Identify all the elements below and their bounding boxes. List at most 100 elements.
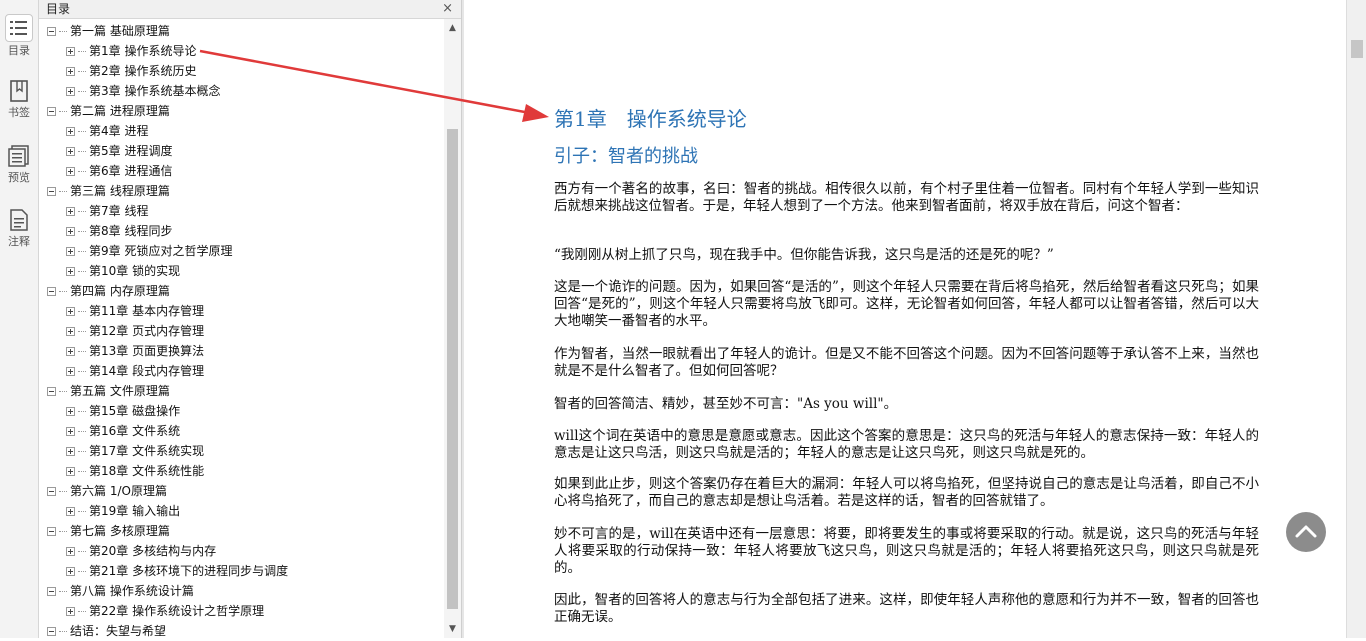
- toc-title: 目录: [46, 2, 71, 16]
- scroll-up-icon[interactable]: ▲: [444, 21, 461, 35]
- toc-chapter-item[interactable]: 第3章 操作系统基本概念: [66, 81, 220, 101]
- collapse-icon[interactable]: [47, 527, 56, 536]
- document-scrollbar[interactable]: [1346, 0, 1366, 638]
- expand-icon[interactable]: [66, 547, 75, 556]
- expand-icon[interactable]: [66, 407, 75, 416]
- toc-scrollbar[interactable]: ▲ ▼: [444, 19, 461, 638]
- toc-chapter-item[interactable]: 第6章 进程通信: [66, 161, 172, 181]
- paragraph: 智者的回答简洁、精妙，甚至妙不可言："As you will"。: [554, 396, 898, 412]
- expand-icon[interactable]: [66, 207, 75, 216]
- expand-icon[interactable]: [66, 567, 75, 576]
- document-scroll-thumb[interactable]: [1351, 40, 1363, 58]
- toc-chapter-item[interactable]: 第8章 线程同步: [66, 221, 172, 241]
- toc-chapter-item[interactable]: 第15章 磁盘操作: [66, 401, 180, 421]
- toc-item-label: 第二篇 进程原理篇: [70, 104, 170, 118]
- collapse-icon[interactable]: [47, 387, 56, 396]
- expand-icon[interactable]: [66, 167, 75, 176]
- tree-connector: [78, 511, 86, 512]
- collapse-icon[interactable]: [47, 487, 56, 496]
- expand-icon[interactable]: [66, 467, 75, 476]
- toc-part-item[interactable]: 第一篇 基础原理篇: [47, 21, 170, 41]
- tree-connector: [78, 371, 86, 372]
- toc-chapter-item[interactable]: 第2章 操作系统历史: [66, 61, 196, 81]
- collapse-icon[interactable]: [47, 587, 56, 596]
- expand-icon[interactable]: [66, 327, 75, 336]
- expand-icon[interactable]: [66, 87, 75, 96]
- toc-chapter-item[interactable]: 第19章 输入输出: [66, 501, 180, 521]
- paragraph: 因此，智者的回答将人的意志与行为全部包括了进来。这样，即使年轻人声称他的意愿和行…: [554, 592, 1259, 625]
- expand-icon[interactable]: [66, 247, 75, 256]
- toc-part-item[interactable]: 第七篇 多核原理篇: [47, 521, 170, 541]
- collapse-icon[interactable]: [47, 187, 56, 196]
- toc-chapter-item[interactable]: 第12章 页式内存管理: [66, 321, 204, 341]
- rail-toc-button[interactable]: 目录: [0, 14, 38, 58]
- tree-connector: [78, 251, 86, 252]
- expand-icon[interactable]: [66, 47, 75, 56]
- toc-chapter-item[interactable]: 第4章 进程: [66, 121, 148, 141]
- rail-toc-label: 目录: [8, 44, 30, 57]
- paragraph: will这个词在英语中的意思是意愿或意志。因此这个答案的意思是：这只鸟的死活与年…: [554, 428, 1259, 461]
- collapse-icon[interactable]: [47, 287, 56, 296]
- toc-part-item[interactable]: 结语：失望与希望: [47, 621, 166, 641]
- rail-preview-button[interactable]: 预览: [0, 143, 38, 185]
- expand-icon[interactable]: [66, 607, 75, 616]
- expand-icon[interactable]: [66, 147, 75, 156]
- toc-item-label: 第8章 线程同步: [89, 224, 173, 238]
- toc-chapter-item[interactable]: 第20章 多核结构与内存: [66, 541, 216, 561]
- toc-item-label: 第2章 操作系统历史: [89, 64, 197, 78]
- toc-item-label: 第17章 文件系统实现: [89, 444, 205, 458]
- document-page: 第1章 操作系统导论 引子：智者的挑战 西方有一个著名的故事，名曰：智者的挑战。…: [464, 0, 1346, 638]
- toc-chapter-item[interactable]: 第16章 文件系统: [66, 421, 180, 441]
- toc-chapter-item[interactable]: 第18章 文件系统性能: [66, 461, 204, 481]
- toc-scroll-thumb[interactable]: [447, 129, 458, 609]
- expand-icon[interactable]: [66, 67, 75, 76]
- toc-item-label: 第1章 操作系统导论: [89, 44, 197, 58]
- toc-chapter-item[interactable]: 第5章 进程调度: [66, 141, 172, 161]
- toc-chapter-item[interactable]: 第11章 基本内存管理: [66, 301, 204, 321]
- toc-part-item[interactable]: 第六篇 1/O原理篇: [47, 481, 167, 501]
- expand-icon[interactable]: [66, 427, 75, 436]
- expand-icon[interactable]: [66, 307, 75, 316]
- toc-chapter-item[interactable]: 第13章 页面更换算法: [66, 341, 204, 361]
- expand-icon[interactable]: [66, 447, 75, 456]
- toc-part-item[interactable]: 第四篇 内存原理篇: [47, 281, 170, 301]
- tree-connector: [59, 591, 67, 592]
- toc-chapter-item[interactable]: 第9章 死锁应对之哲学原理: [66, 241, 232, 261]
- back-to-top-button[interactable]: [1286, 512, 1326, 552]
- toc-item-label: 第14章 段式内存管理: [89, 364, 205, 378]
- toc-chapter-item[interactable]: 第21章 多核环境下的进程同步与调度: [66, 561, 288, 581]
- rail-annotation-label: 注释: [8, 235, 30, 248]
- rail-annotation-button[interactable]: 注释: [0, 207, 38, 249]
- side-rail: 目录 书签 预览 注释: [0, 0, 39, 638]
- toc-item-label: 第9章 死锁应对之哲学原理: [89, 244, 233, 258]
- toc-part-item[interactable]: 第五篇 文件原理篇: [47, 381, 170, 401]
- expand-icon[interactable]: [66, 127, 75, 136]
- collapse-icon[interactable]: [47, 107, 56, 116]
- rail-bookmark-button[interactable]: 书签: [0, 78, 38, 120]
- tree-connector: [59, 631, 67, 632]
- toc-part-item[interactable]: 第三篇 线程原理篇: [47, 181, 170, 201]
- expand-icon[interactable]: [66, 507, 75, 516]
- expand-icon[interactable]: [66, 347, 75, 356]
- toc-chapter-item[interactable]: 第7章 线程: [66, 201, 148, 221]
- toc-part-item[interactable]: 第二篇 进程原理篇: [47, 101, 170, 121]
- tree-connector: [78, 211, 86, 212]
- expand-icon[interactable]: [66, 227, 75, 236]
- toc-chapter-item[interactable]: 第17章 文件系统实现: [66, 441, 204, 461]
- paragraph: “我刚刚从树上抓了只鸟，现在我手中。但你能告诉我，这只鸟是活的还是死的呢？”: [554, 247, 1054, 263]
- toc-item-label: 第15章 磁盘操作: [89, 404, 181, 418]
- toc-item-label: 第19章 输入输出: [89, 504, 181, 518]
- expand-icon[interactable]: [66, 267, 75, 276]
- collapse-icon[interactable]: [47, 627, 56, 636]
- collapse-icon[interactable]: [47, 27, 56, 36]
- paragraph: 妙不可言的是，will在英语中还有一层意思：将要，即将要发生的事或将要采取的行动…: [554, 526, 1259, 576]
- expand-icon[interactable]: [66, 367, 75, 376]
- toc-chapter-item[interactable]: 第10章 锁的实现: [66, 261, 180, 281]
- close-icon[interactable]: ×: [442, 0, 453, 18]
- toc-part-item[interactable]: 第八篇 操作系统设计篇: [47, 581, 194, 601]
- toc-chapter-item[interactable]: 第1章 操作系统导论: [66, 41, 196, 61]
- scroll-down-icon[interactable]: ▼: [444, 622, 461, 636]
- preview-icon: [6, 143, 32, 169]
- toc-chapter-item[interactable]: 第14章 段式内存管理: [66, 361, 204, 381]
- toc-chapter-item[interactable]: 第22章 操作系统设计之哲学原理: [66, 601, 264, 621]
